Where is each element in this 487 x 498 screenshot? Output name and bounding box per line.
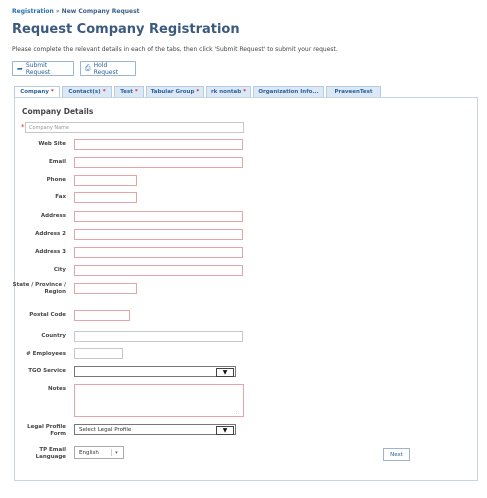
label-tp-email-language: TP Email Language bbox=[35, 447, 66, 460]
hold-request-label: Hold Request bbox=[93, 61, 118, 76]
tab-label: Tabular Group bbox=[150, 89, 195, 95]
label-address-3: Address 3 bbox=[35, 249, 66, 255]
next-button[interactable]: Next bbox=[383, 448, 410, 461]
tab-label: Contact(s) bbox=[68, 89, 101, 95]
label-country: Country bbox=[41, 333, 66, 339]
notes-textarea[interactable] bbox=[74, 384, 244, 417]
tgo-service-select[interactable]: ▼ bbox=[74, 366, 236, 377]
label-address: Address bbox=[40, 213, 66, 219]
label-employees: # Employees bbox=[26, 351, 66, 357]
breadcrumb-current: New Company Request bbox=[61, 8, 140, 15]
legal-profile-select[interactable]: Select Legal Profile ▼ bbox=[74, 424, 236, 435]
hold-request-button[interactable]: ⎙ Hold Request bbox=[80, 61, 136, 76]
company-name-input[interactable]: Company Name bbox=[25, 122, 244, 133]
city-input[interactable] bbox=[74, 265, 243, 276]
phone-input[interactable] bbox=[74, 175, 137, 186]
tab-test[interactable]: Test * bbox=[114, 86, 144, 97]
breadcrumb-separator: » bbox=[55, 8, 60, 15]
required-marker: * bbox=[134, 89, 138, 95]
tab-company[interactable]: Company * bbox=[14, 86, 60, 97]
submit-request-button[interactable]: ➦ Submit Request bbox=[12, 61, 74, 76]
email-input[interactable] bbox=[74, 157, 243, 168]
legal-profile-value: Select Legal Profile bbox=[79, 426, 132, 433]
label-website: Web Site bbox=[38, 141, 66, 147]
state-input[interactable] bbox=[74, 283, 137, 294]
address-2-input[interactable] bbox=[74, 229, 243, 240]
printer-icon: ⎙ bbox=[85, 64, 91, 72]
tab-organization-info[interactable]: Organization Info... bbox=[253, 86, 324, 97]
label-address-2: Address 2 bbox=[35, 231, 66, 237]
required-marker: * bbox=[102, 89, 106, 95]
tab-tabular-group[interactable]: Tabular Group * bbox=[146, 86, 204, 97]
fax-input[interactable] bbox=[74, 192, 137, 203]
submit-request-label: Submit Request bbox=[25, 61, 51, 76]
tp-email-language-select[interactable]: English ▾ bbox=[74, 446, 124, 459]
address-input[interactable] bbox=[74, 211, 243, 222]
page-title: Request Company Registration bbox=[12, 22, 240, 37]
required-marker: * bbox=[21, 123, 25, 131]
label-city: City bbox=[53, 267, 66, 273]
tab-bar: Company * Contact(s) * Test * Tabular Group… bbox=[14, 86, 381, 97]
breadcrumb: Registration » New Company Request bbox=[12, 8, 140, 15]
label-notes: Notes bbox=[47, 386, 66, 392]
label-legal-profile-form: Legal Profile Form bbox=[27, 424, 66, 437]
breadcrumb-root-link[interactable]: Registration bbox=[12, 8, 54, 15]
postal-code-input[interactable] bbox=[74, 310, 130, 321]
required-marker: * bbox=[196, 89, 200, 95]
label-postal-code: Postal Code bbox=[29, 312, 66, 318]
label-email: Email bbox=[49, 159, 66, 165]
label-phone: Phone bbox=[46, 177, 66, 183]
tab-contacts[interactable]: Contact(s) * bbox=[62, 86, 112, 97]
tp-email-language-value: English bbox=[79, 449, 99, 456]
required-marker: * bbox=[243, 89, 247, 95]
label-state: State / Province / Region bbox=[12, 282, 66, 295]
tab-label: PraveenTest bbox=[334, 89, 373, 95]
website-input[interactable] bbox=[74, 139, 243, 150]
dropdown-arrow-icon[interactable]: ▼ bbox=[216, 426, 234, 435]
tab-label: rk nontab bbox=[210, 89, 242, 95]
tab-label: Organization Info... bbox=[258, 89, 319, 95]
label-fax: Fax bbox=[55, 194, 66, 200]
chevron-down-icon[interactable]: ▾ bbox=[111, 449, 121, 456]
employees-input[interactable] bbox=[74, 348, 123, 359]
intro-text: Please complete the relevant details in … bbox=[12, 46, 338, 53]
tab-rk-nontab[interactable]: rk nontab * bbox=[206, 86, 251, 97]
required-marker: * bbox=[50, 89, 54, 95]
tab-label: Test bbox=[120, 89, 133, 95]
label-tgo-service: TGO Service bbox=[28, 368, 66, 374]
dropdown-arrow-icon[interactable]: ▼ bbox=[216, 368, 234, 377]
tab-label: Company bbox=[20, 89, 49, 95]
section-title: Company Details bbox=[22, 107, 94, 116]
tab-praveentest[interactable]: PraveenTest bbox=[326, 86, 381, 97]
country-input[interactable] bbox=[74, 331, 243, 342]
resize-grip-icon[interactable]: .:: bbox=[234, 410, 239, 416]
company-name-placeholder: Company Name bbox=[29, 124, 70, 131]
send-icon: ➦ bbox=[17, 64, 23, 73]
address-3-input[interactable] bbox=[74, 247, 243, 258]
